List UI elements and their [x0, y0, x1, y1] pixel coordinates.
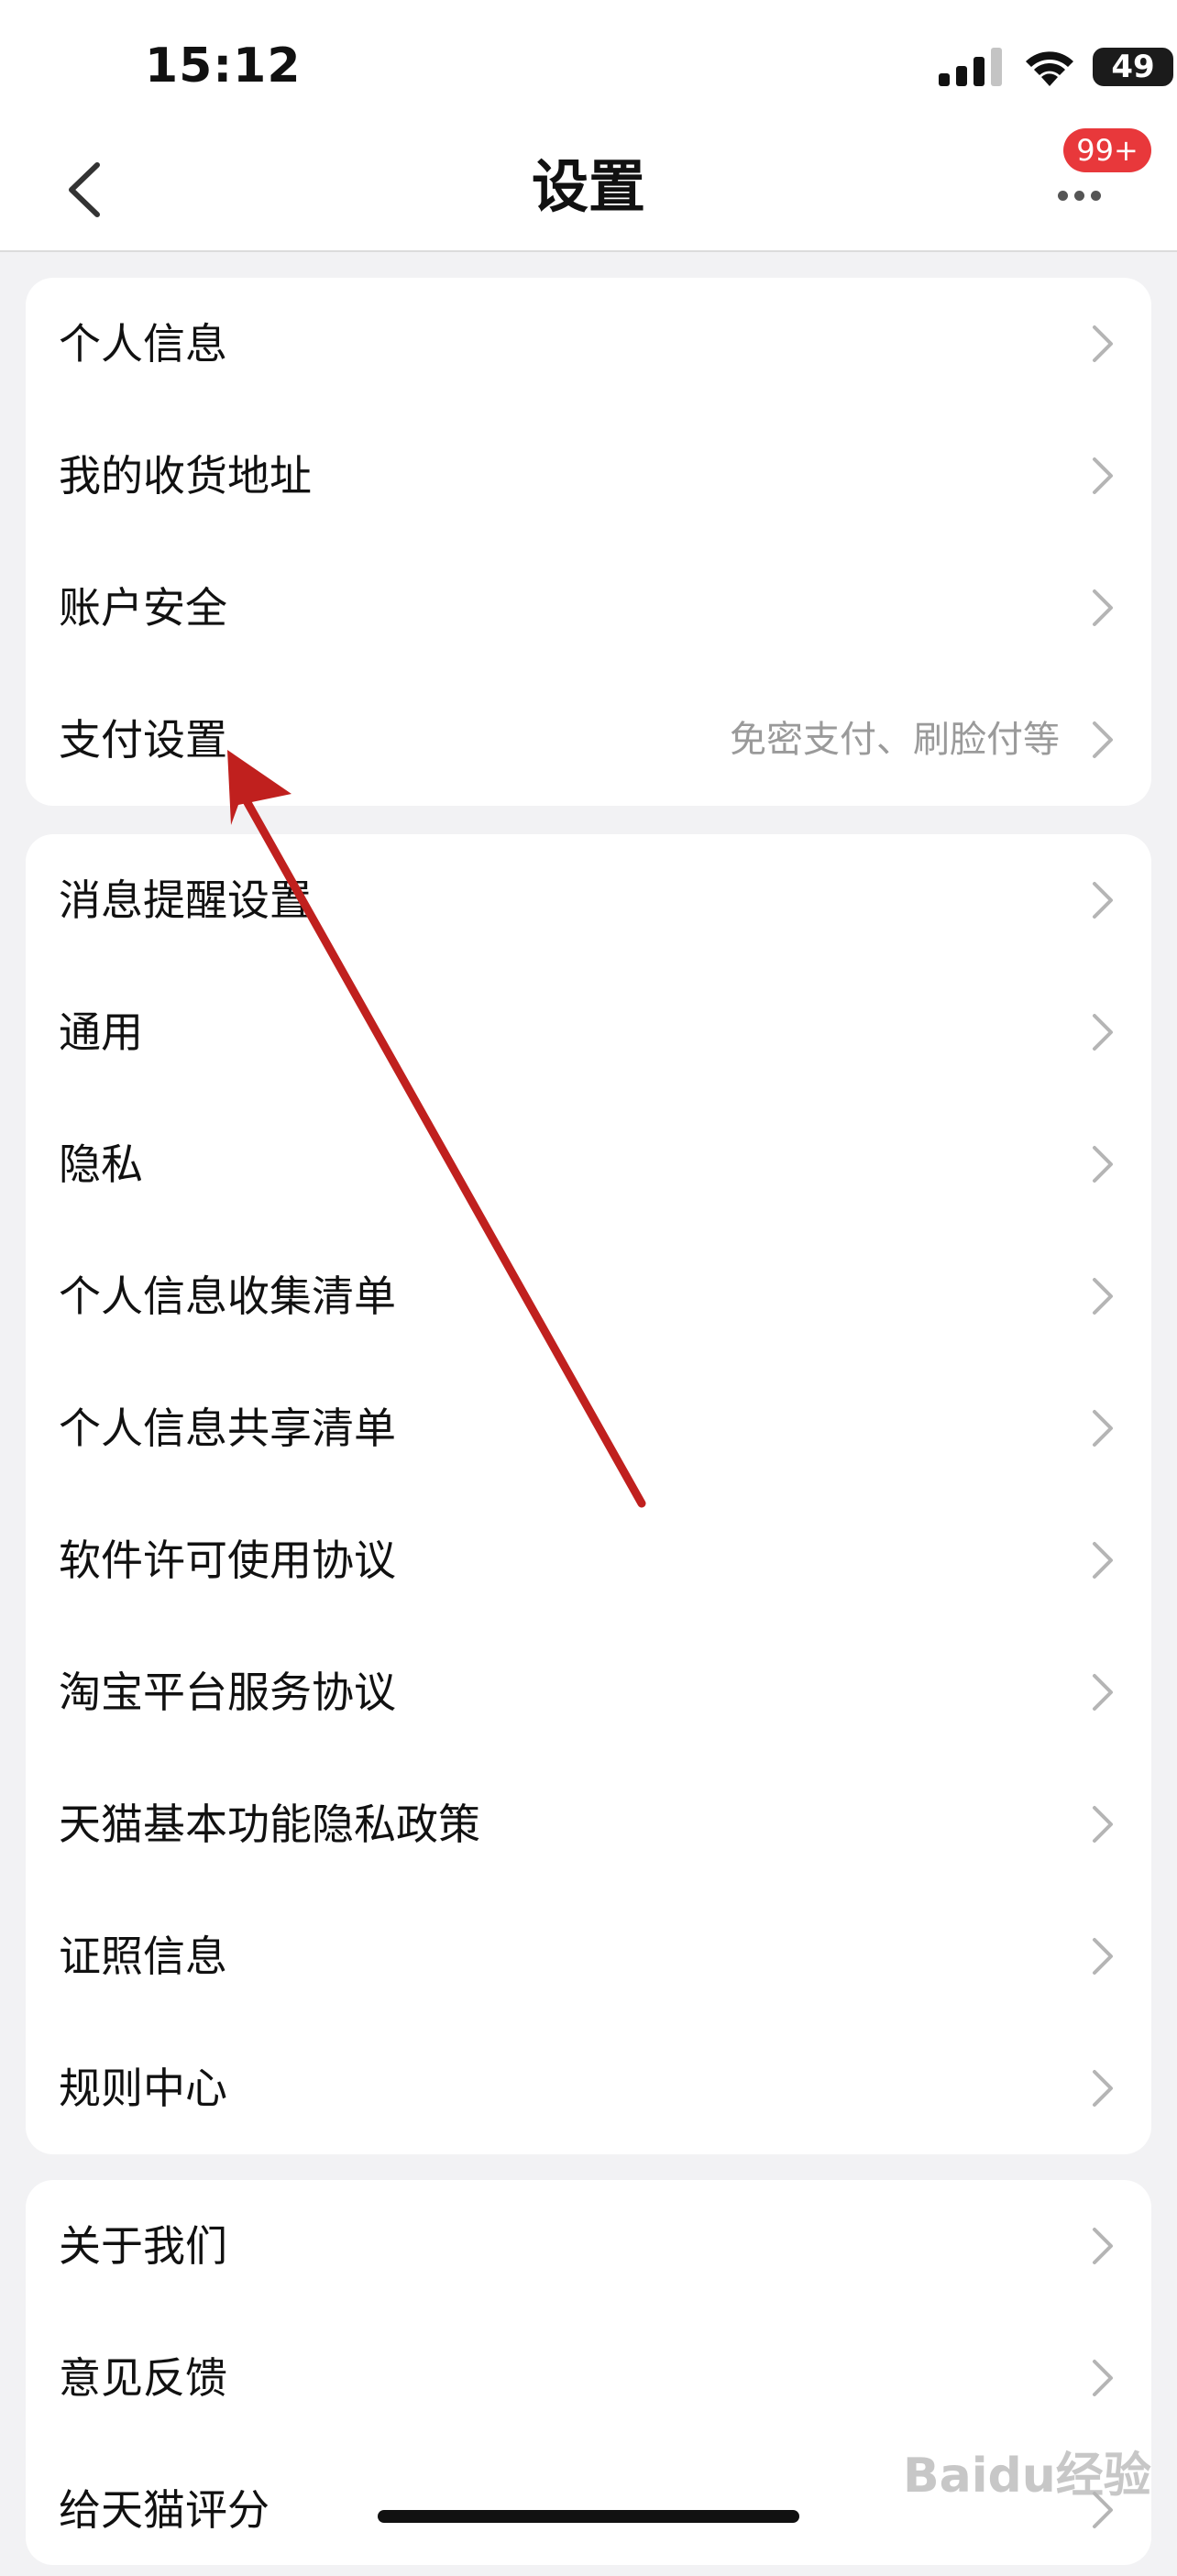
settings-row-label: 规则中心 — [59, 2064, 227, 2113]
settings-row-label: 隐私 — [59, 1139, 143, 1189]
settings-row[interactable]: 我的收货地址 — [26, 410, 1151, 542]
chevron-right-icon — [1093, 882, 1113, 919]
battery-icon: 49 — [1093, 48, 1173, 86]
watermark-logo: Baidu经验 — [903, 2449, 1151, 2504]
status-time: 15:12 — [145, 39, 302, 94]
chevron-right-icon — [1093, 1410, 1113, 1447]
more-options-button[interactable] — [1052, 176, 1107, 213]
settings-row[interactable]: 账户安全 — [26, 542, 1151, 674]
settings-row[interactable]: 关于我们 — [26, 2180, 1151, 2312]
settings-row-label: 我的收货地址 — [59, 451, 312, 501]
settings-row[interactable]: 通用 — [26, 966, 1151, 1098]
chevron-right-icon — [1093, 1278, 1113, 1315]
settings-row-label: 关于我们 — [59, 2221, 227, 2271]
settings-row[interactable]: 个人信息共享清单 — [26, 1362, 1151, 1494]
settings-row-label: 软件许可使用协议 — [59, 1536, 396, 1585]
settings-row[interactable]: 支付设置 免密支付、刷脸付等 — [26, 674, 1151, 806]
settings-row-label: 支付设置 — [59, 715, 227, 765]
settings-row[interactable]: 隐私 — [26, 1098, 1151, 1230]
settings-row-label: 证照信息 — [59, 1932, 227, 1981]
settings-row[interactable]: 个人信息收集清单 — [26, 1230, 1151, 1362]
settings-row-label: 意见反馈 — [59, 2353, 227, 2403]
chevron-right-icon — [1093, 1938, 1113, 1975]
settings-row-label: 消息提醒设置 — [59, 875, 312, 925]
cellular-signal-icon — [939, 48, 1002, 86]
settings-row[interactable]: 意见反馈 — [26, 2312, 1151, 2444]
chevron-right-icon — [1093, 2360, 1113, 2396]
more-dot-icon — [1091, 191, 1101, 201]
settings-row[interactable]: 个人信息 — [26, 278, 1151, 410]
settings-row[interactable]: 规则中心 — [26, 2022, 1151, 2154]
chevron-right-icon — [1093, 1806, 1113, 1843]
chevron-right-icon — [1093, 325, 1113, 362]
settings-group: 个人信息我的收货地址 账户安全支付设置 免密支付、刷脸付等 — [26, 278, 1151, 806]
notification-badge: 99+ — [1063, 128, 1151, 172]
chevron-right-icon — [1093, 1014, 1113, 1051]
settings-row[interactable]: 软件许可使用协议 — [26, 1494, 1151, 1626]
settings-row-label: 通用 — [59, 1007, 143, 1057]
chevron-right-icon — [1093, 589, 1113, 626]
chevron-right-icon — [1093, 1674, 1113, 1711]
settings-row-label: 个人信息 — [59, 319, 227, 369]
settings-group: 消息提醒设置 通用隐私个人信息收集清单 个人信息共享清单 软件许可使用协议 淘宝平台服务… — [26, 834, 1151, 2154]
settings-row-label: 个人信息收集清单 — [59, 1271, 396, 1321]
page-title: 设置 — [531, 153, 645, 220]
more-dot-icon — [1074, 191, 1084, 201]
settings-group: 关于我们意见反馈给天猫评分 — [26, 2180, 1151, 2565]
settings-row-label: 淘宝平台服务协议 — [59, 1668, 396, 1717]
home-indicator[interactable] — [378, 2510, 799, 2523]
settings-row[interactable]: 淘宝平台服务协议 — [26, 1626, 1151, 1758]
chevron-right-icon — [1093, 1542, 1113, 1579]
chevron-right-icon — [1093, 721, 1113, 758]
status-bar: 15:12 49 — [0, 0, 1177, 138]
more-dot-icon — [1058, 191, 1068, 201]
settings-row[interactable]: 天猫基本功能隐私政策 — [26, 1758, 1151, 1890]
settings-row[interactable]: 消息提醒设置 — [26, 834, 1151, 966]
settings-row-label: 账户安全 — [59, 583, 227, 633]
chevron-right-icon — [1093, 2228, 1113, 2264]
chevron-right-icon — [1093, 2070, 1113, 2107]
settings-row-label: 个人信息共享清单 — [59, 1404, 396, 1453]
chevron-right-icon — [1093, 457, 1113, 494]
chevron-right-icon — [1093, 1146, 1113, 1183]
wifi-icon — [1026, 51, 1073, 86]
navigation-bar: 设置 — [0, 138, 1177, 252]
settings-row-value: 免密支付、刷脸付等 — [730, 719, 1060, 761]
settings-row-label: 天猫基本功能隐私政策 — [59, 1800, 480, 1849]
settings-row-label: 给天猫评分 — [59, 2485, 270, 2535]
settings-row[interactable]: 证照信息 — [26, 1890, 1151, 2022]
